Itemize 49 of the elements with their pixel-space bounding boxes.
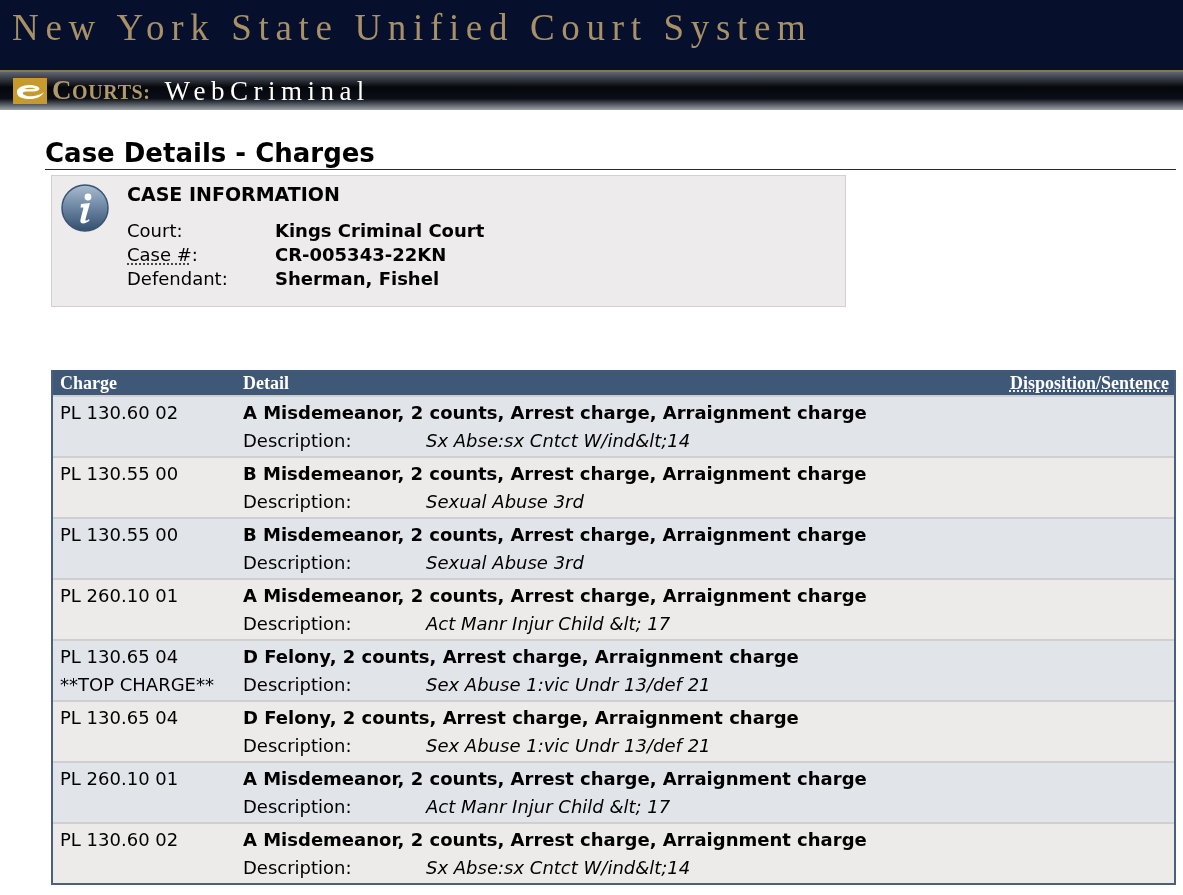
description-text: Sex Abuse 1:vic Undr 13/def 21: [426, 734, 711, 758]
description-text: Act Manr Injur Child &lt; 17: [426, 795, 671, 819]
description-label: Description:: [243, 612, 353, 636]
charge-detail: A Misdemeanor, 2 counts, Arrest charge, Arraignment charge: [243, 828, 868, 852]
site-title: New York State Unified Court System: [12, 6, 813, 50]
brand-label: COURTS:: [52, 76, 151, 106]
top-charge-label: **TOP CHARGE**: [60, 673, 215, 697]
description-text: Act Manr Injur Child &lt; 17: [426, 612, 671, 636]
charge-code: PL 130.55 00: [60, 523, 180, 547]
field-value: Sherman, Fishel: [275, 267, 440, 291]
courts-logo-icon: [13, 78, 47, 104]
description-text: Sx Abse:sx Cntct W/ind&lt;14: [426, 429, 691, 453]
charge-code: PL 130.60 02: [60, 401, 180, 425]
app-name: WebCriminal: [164, 75, 370, 107]
page-title: Case Details - Charges: [45, 137, 1176, 170]
description-label: Description:: [243, 673, 353, 697]
charge-detail: A Misdemeanor, 2 counts, Arrest charge, Arraignment charge: [243, 767, 868, 791]
description-label: Description:: [243, 490, 353, 514]
description-label: Description:: [243, 795, 353, 819]
description-text: Sex Abuse 1:vic Undr 13/def 21: [426, 673, 711, 697]
description-label: Description:: [243, 734, 353, 758]
charge-code: PL 130.60 02: [60, 828, 180, 852]
column-header: Detail: [243, 372, 289, 393]
description-label: Description:: [243, 429, 353, 453]
description-label: Description:: [243, 551, 353, 575]
charge-detail: B Misdemeanor, 2 counts, Arrest charge, Arraignment charge: [243, 462, 868, 486]
charge-detail: A Misdemeanor, 2 counts, Arrest charge, Arraignment charge: [243, 584, 868, 608]
charge-code: PL 130.55 00: [60, 462, 180, 486]
description-text: Sx Abse:sx Cntct W/ind&lt;14: [426, 856, 691, 880]
field-value: CR-005343-22KN: [275, 243, 447, 267]
description-text: Sexual Abuse 3rd: [426, 551, 584, 575]
charge-detail: D Felony, 2 counts, Arrest charge, Arraignment charge: [243, 706, 800, 730]
field-label: Defendant:: [127, 267, 229, 291]
description-label: Description:: [243, 856, 353, 880]
charge-detail: A Misdemeanor, 2 counts, Arrest charge, Arraignment charge: [243, 401, 868, 425]
charge-code: PL 130.65 04: [60, 706, 180, 730]
charge-detail: D Felony, 2 counts, Arrest charge, Arraignment charge: [243, 645, 800, 669]
info-icon: [61, 184, 109, 232]
field-label: Case #:: [127, 243, 199, 267]
column-header: Charge: [60, 372, 117, 393]
charge-code: PL 260.10 01: [60, 767, 180, 791]
charge-code: PL 130.65 04: [60, 645, 180, 669]
description-text: Sexual Abuse 3rd: [426, 490, 584, 514]
charge-detail: B Misdemeanor, 2 counts, Arrest charge, Arraignment charge: [243, 523, 868, 547]
section-heading: CASE INFORMATION: [127, 184, 341, 204]
column-header: Disposition/Sentence: [1010, 372, 1169, 393]
field-label: Court:: [127, 219, 184, 243]
field-value: Kings Criminal Court: [275, 219, 485, 243]
charge-code: PL 260.10 01: [60, 584, 180, 608]
